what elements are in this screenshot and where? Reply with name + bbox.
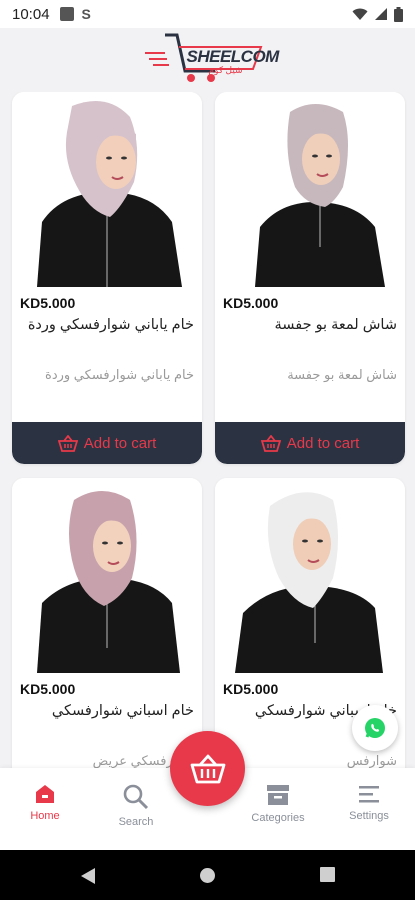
brand-logo[interactable]: SHEELCOM شيل كوم — [143, 31, 279, 85]
sim-icon: S — [81, 6, 91, 22]
cart-button[interactable] — [170, 731, 245, 806]
categories-icon — [267, 785, 289, 805]
product-card[interactable]: KD5.000 خام اسباني شوارفسكي شوارفسكي عري… — [12, 478, 202, 768]
product-photo — [235, 492, 383, 673]
status-time: 10:04 — [12, 5, 50, 23]
product-image[interactable] — [12, 92, 202, 287]
app-header: SHEELCOM شيل كوم — [0, 28, 415, 88]
recents-icon[interactable] — [320, 867, 335, 882]
add-to-cart-label: Add to cart — [83, 434, 157, 452]
product-price: KD5.000 — [20, 681, 76, 697]
product-grid: KD5.000 خام ياباني شوارفسكي وردة خام ياب… — [0, 92, 415, 768]
home-icon — [36, 785, 54, 803]
battery-icon — [394, 6, 403, 22]
back-icon[interactable] — [80, 867, 96, 885]
product-price: KD5.000 — [223, 681, 279, 697]
nav-search-label: Search — [118, 816, 154, 828]
nav-categories-label: Categories — [251, 812, 305, 824]
cart-basket-icon — [190, 754, 225, 783]
nav-categories[interactable]: Categories — [243, 784, 313, 824]
nav-settings-label: Settings — [349, 810, 389, 822]
product-subtitle: شوارفس — [346, 753, 397, 768]
product-subtitle: شوارفسكي عريض — [92, 753, 194, 768]
status-right — [352, 6, 403, 22]
product-image[interactable] — [215, 92, 405, 287]
product-photo — [255, 104, 385, 287]
whatsapp-button[interactable] — [352, 705, 398, 751]
product-card[interactable]: KD5.000 شاش لمعة بو جفسة شاش لمعة بو جفس… — [215, 92, 405, 464]
nav-settings[interactable]: Settings — [334, 784, 404, 822]
home-circle-icon[interactable] — [199, 867, 216, 884]
product-title[interactable]: خام ياباني شوارفسكي وردة — [18, 317, 194, 333]
product-subtitle: شاش لمعة بو جفسة — [287, 367, 397, 382]
product-photo — [37, 100, 182, 287]
product-title[interactable]: خام اسباني شوارفسكي — [18, 703, 194, 719]
nav-home[interactable]: Home — [10, 784, 80, 822]
product-title[interactable]: شاش لمعة بو جفسة — [221, 317, 397, 333]
product-price: KD5.000 — [20, 295, 76, 311]
add-to-cart-button[interactable]: Add to cart — [12, 422, 202, 464]
product-image[interactable] — [215, 478, 405, 673]
settings-icon — [359, 786, 379, 803]
product-price: KD5.000 — [223, 295, 279, 311]
system-navigation-bar — [0, 850, 415, 900]
signal-icon — [375, 8, 387, 20]
brand-arabic: شيل كوم — [208, 65, 243, 75]
cart-basket-icon — [57, 434, 78, 452]
brand-name: SHEELCOM — [186, 47, 280, 66]
add-to-cart-button[interactable]: Add to cart — [215, 422, 405, 464]
nav-search[interactable]: Search — [101, 784, 171, 828]
wifi-icon — [352, 8, 368, 20]
square-icon — [59, 7, 74, 21]
search-icon — [123, 784, 149, 810]
product-card[interactable]: KD5.000 خام ياباني شوارفسكي وردة خام ياب… — [12, 92, 202, 464]
status-bar: 10:04 S — [0, 0, 415, 28]
add-to-cart-label: Add to cart — [286, 434, 360, 452]
product-photo — [37, 491, 180, 673]
nav-home-label: Home — [30, 810, 60, 822]
product-image[interactable] — [12, 478, 202, 673]
cart-basket-icon — [260, 434, 281, 452]
product-subtitle: خام ياباني شوارفسكي وردة — [45, 367, 194, 382]
whatsapp-icon — [365, 718, 385, 738]
